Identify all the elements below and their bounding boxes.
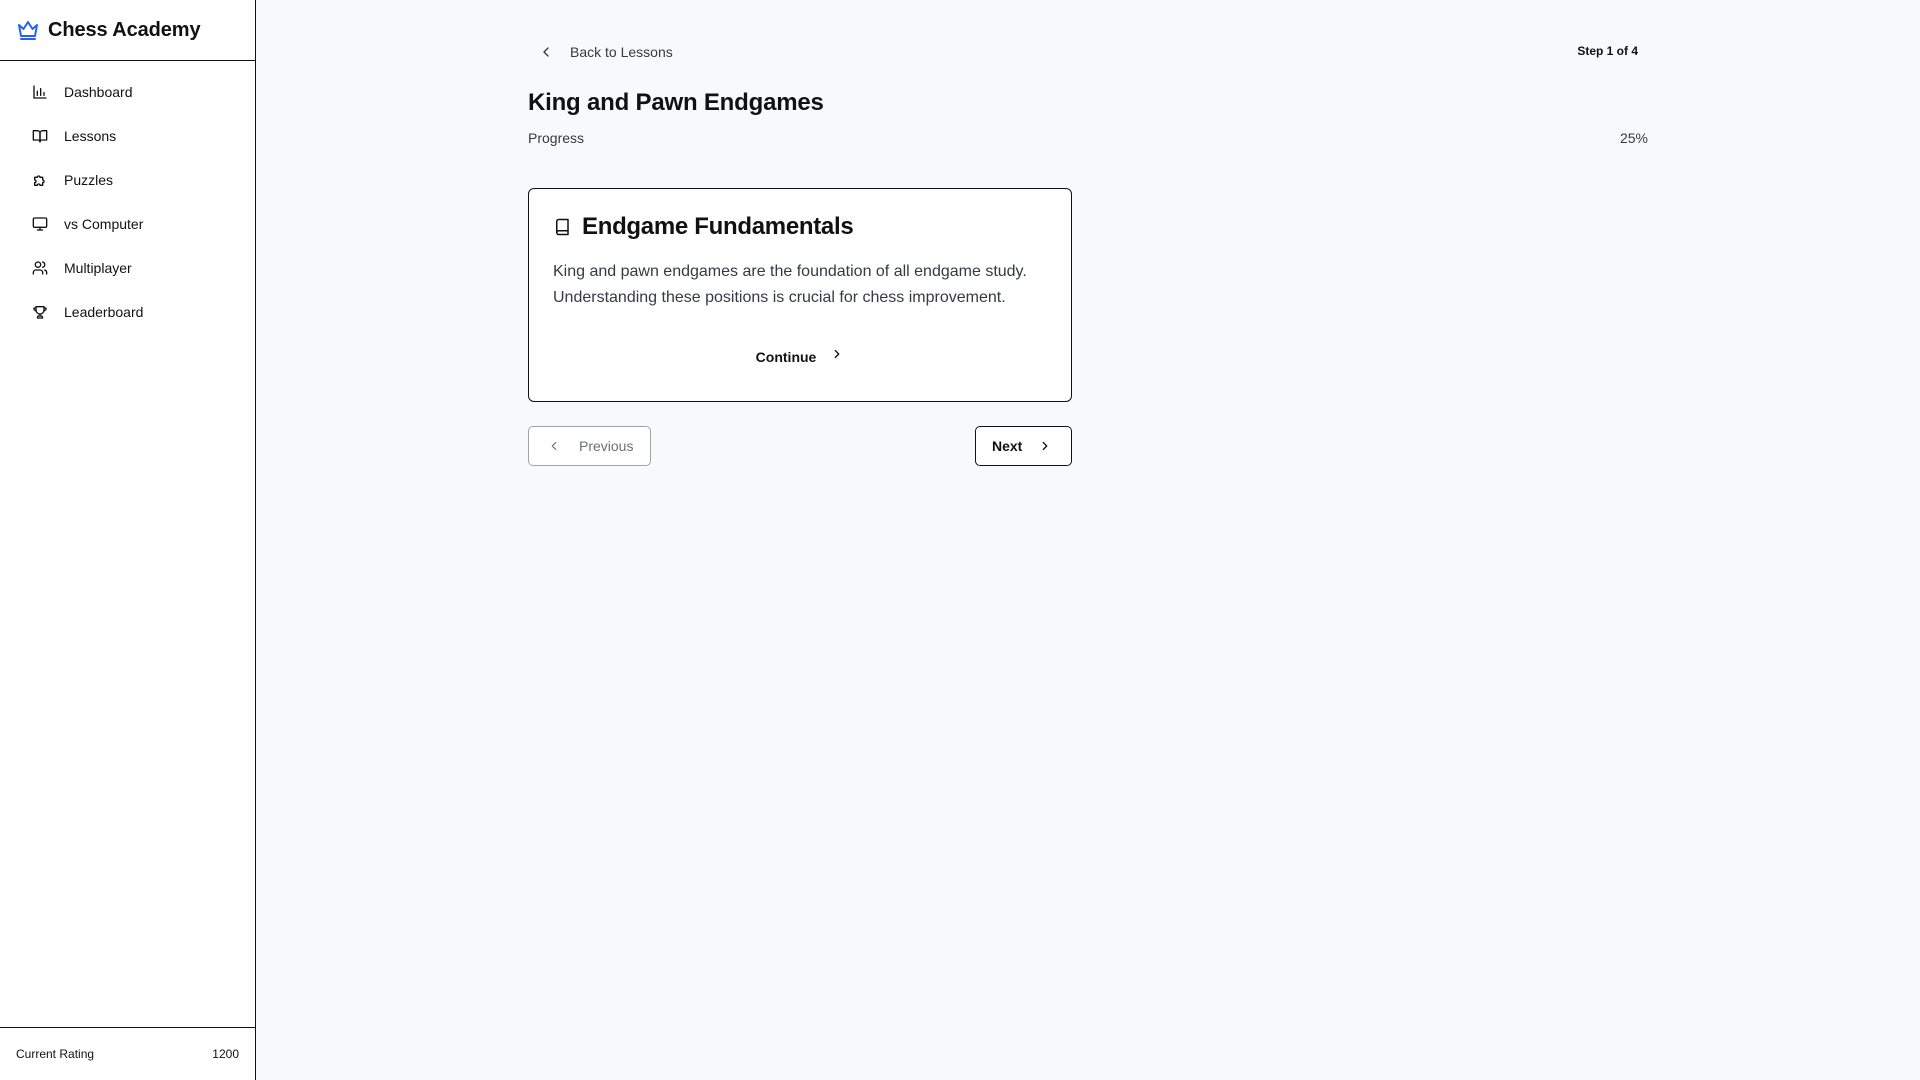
previous-button[interactable]: Previous (528, 426, 651, 466)
sidebar: Chess Academy Dashboard Lessons Puzzles … (0, 0, 256, 1080)
app-name: Chess Academy (48, 18, 201, 41)
sidebar-item-multiplayer[interactable]: Multiplayer (0, 246, 255, 290)
sidebar-item-label: vs Computer (64, 216, 144, 232)
crown-icon (16, 18, 40, 42)
page-title: King and Pawn Endgames (528, 89, 824, 116)
sidebar-item-vs-computer[interactable]: vs Computer (0, 202, 255, 246)
puzzle-icon (31, 171, 49, 189)
card-title: Endgame Fundamentals (582, 213, 854, 240)
chevron-left-icon (538, 44, 554, 60)
trophy-icon (31, 303, 49, 321)
sidebar-item-label: Multiplayer (64, 260, 132, 276)
brand[interactable]: Chess Academy (0, 0, 255, 61)
step-indicator: Step 1 of 4 (1577, 44, 1638, 58)
book-open-icon (31, 127, 49, 145)
monitor-icon (31, 215, 49, 233)
sidebar-item-label: Lessons (64, 128, 117, 144)
continue-label: Continue (755, 348, 817, 365)
book-icon (553, 217, 573, 237)
chevron-left-icon (547, 438, 563, 454)
next-button[interactable]: Next (975, 426, 1072, 466)
continue-button[interactable]: Continue (529, 347, 1071, 366)
chevron-right-icon (830, 347, 844, 366)
bar-chart-icon (31, 83, 49, 101)
sidebar-nav: Dashboard Lessons Puzzles vs Computer Mu… (0, 61, 255, 334)
sidebar-item-dashboard[interactable]: Dashboard (0, 70, 255, 114)
rating-value: 1200 (212, 1047, 239, 1061)
sidebar-item-label: Dashboard (64, 84, 133, 100)
previous-label: Previous (579, 438, 634, 454)
sidebar-item-puzzles[interactable]: Puzzles (0, 158, 255, 202)
sidebar-item-leaderboard[interactable]: Leaderboard (0, 290, 255, 334)
sidebar-item-label: Puzzles (64, 172, 114, 188)
sidebar-item-lessons[interactable]: Lessons (0, 114, 255, 158)
chevron-right-icon (1038, 438, 1054, 454)
rating-label: Current Rating (16, 1047, 95, 1061)
users-icon (31, 259, 49, 277)
sidebar-item-label: Leaderboard (64, 304, 144, 320)
progress-value: 25% (1619, 130, 1648, 146)
progress-label: Progress (528, 130, 585, 146)
back-label: Back to Lessons (570, 44, 673, 60)
back-to-lessons-link[interactable]: Back to Lessons (538, 40, 673, 64)
card-body-text: King and pawn endgames are the foundatio… (553, 263, 1027, 306)
card-header: Endgame Fundamentals (553, 213, 1047, 241)
next-label: Next (992, 438, 1023, 454)
current-rating: Current Rating 1200 (0, 1027, 255, 1080)
lesson-step-card: Endgame Fundamentals King and pawn endga… (528, 188, 1072, 402)
